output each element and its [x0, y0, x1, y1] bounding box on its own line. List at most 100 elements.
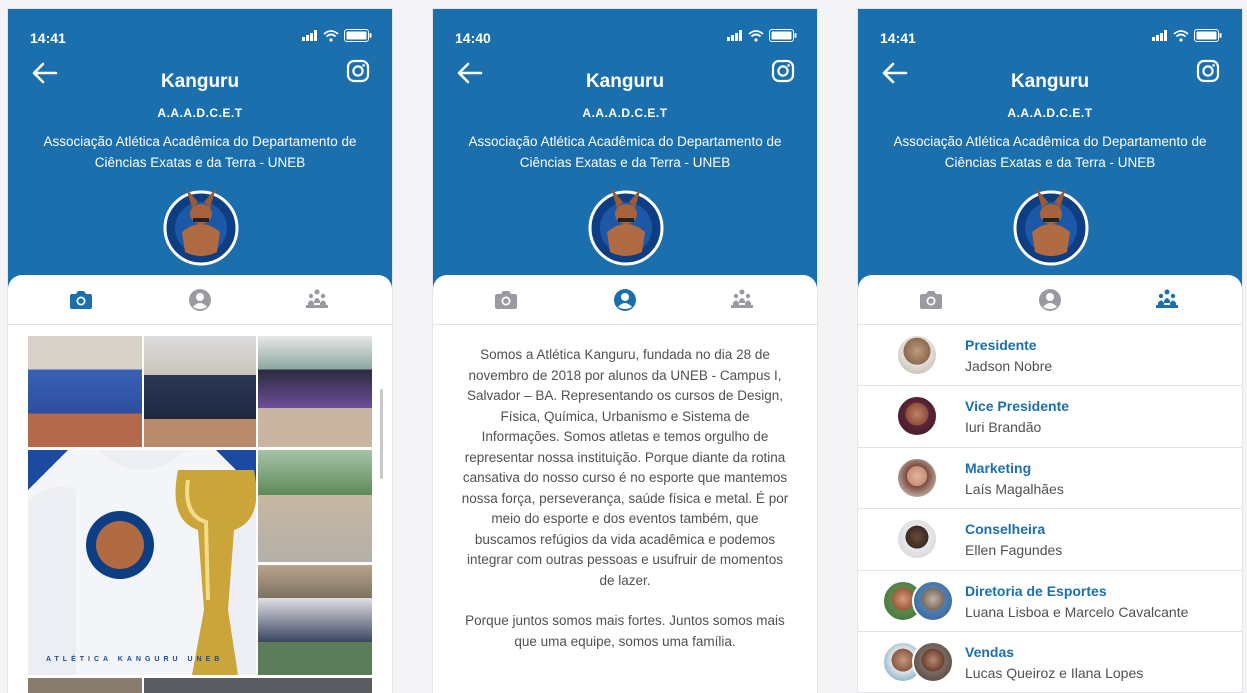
avatar	[896, 518, 938, 561]
member-avatars	[882, 334, 958, 376]
gallery-photo[interactable]	[28, 678, 142, 693]
page-title: Kanguru	[160, 71, 240, 92]
avatar	[896, 334, 938, 376]
screen-members: 14:41 Kanguru A.A.A.D.C.E.T Associação A…	[858, 9, 1242, 693]
page-title: Kanguru	[585, 71, 665, 92]
status-icons	[302, 29, 372, 42]
camera-icon	[920, 291, 942, 309]
screen-gallery: 14:41 Kanguru A.A.A.D.C.E.T Associação A…	[8, 9, 392, 693]
shirt-trophy-illustration	[28, 450, 256, 675]
page-subtitle: A.A.A.D.C.E.T	[582, 106, 668, 120]
gallery-photo[interactable]	[258, 336, 372, 447]
gallery-photo[interactable]	[258, 450, 372, 562]
about-text: Somos a Atlética Kanguru, fundada no dia…	[461, 345, 789, 652]
team-icon	[1156, 289, 1178, 308]
tab-members[interactable]	[729, 287, 755, 313]
member-name: Luana Lisboa e Marcelo Cavalcante	[965, 603, 1189, 620]
avatar	[896, 395, 938, 438]
shirt-print-text: ATLÉTICA KANGURU UNEB	[46, 656, 224, 663]
battery-icon	[1194, 29, 1222, 42]
member-avatars	[882, 395, 958, 438]
association-description: Associação Atlética Acadêmica do Departa…	[893, 134, 1207, 170]
gallery-photo[interactable]	[144, 336, 256, 447]
member-role: Conselheira	[965, 521, 1046, 538]
battery-icon	[769, 29, 797, 42]
association-description: Associação Atlética Acadêmica do Departa…	[43, 134, 357, 170]
tab-about[interactable]	[1037, 287, 1063, 313]
avatar	[912, 579, 954, 622]
status-icons	[727, 29, 797, 42]
member-row[interactable]: Vice Presidente Iuri Brandão	[858, 386, 1242, 448]
member-role: Diretoria de Esportes	[965, 582, 1107, 599]
member-avatars	[882, 518, 958, 561]
member-row[interactable]: Presidente Jadson Nobre	[858, 325, 1242, 387]
kanguru-logo	[1013, 188, 1089, 266]
member-row[interactable]: Diretoria de Esportes Luana Lisboa e Mar…	[858, 571, 1242, 632]
kanguru-logo	[163, 188, 239, 266]
tab-about[interactable]	[612, 287, 638, 313]
gallery-photo-trophy[interactable]: ATLÉTICA KANGURU UNEB	[28, 450, 256, 675]
camera-icon	[495, 291, 517, 309]
status-time: 14:40	[455, 30, 491, 46]
tab-gallery[interactable]	[918, 287, 944, 313]
member-row[interactable]: Vendas Lucas Queiroz e Ilana Lopes	[858, 632, 1242, 693]
gallery-photo[interactable]	[258, 565, 372, 675]
tab-about[interactable]	[187, 287, 213, 313]
about-paragraph: Somos a Atlética Kanguru, fundada no dia…	[461, 347, 789, 588]
tab-members[interactable]	[304, 287, 330, 313]
gallery-photo[interactable]	[144, 678, 372, 693]
member-name: Laís Magalhães	[965, 480, 1064, 497]
avatar	[896, 456, 938, 499]
screen-about: 14:40 Kanguru A.A.A.D.C.E.T Associação A…	[433, 9, 817, 693]
tab-members[interactable]	[1154, 287, 1180, 313]
status-time: 14:41	[30, 30, 66, 46]
page-title: Kanguru	[1010, 71, 1090, 92]
signal-icon	[1152, 30, 1167, 41]
gallery-scrollbar[interactable]	[380, 389, 383, 479]
profile-tabs	[433, 275, 817, 325]
member-role: Vice Presidente	[965, 398, 1070, 415]
photo-gallery: ATLÉTICA KANGURU UNEB	[28, 336, 372, 693]
member-row[interactable]: Conselheira Ellen Fagundes	[858, 509, 1242, 571]
wifi-icon	[323, 29, 339, 42]
battery-icon	[344, 29, 372, 42]
wifi-icon	[748, 29, 764, 42]
about-paragraph: Porque juntos somos mais fortes. Juntos …	[465, 613, 785, 649]
member-name: Lucas Queiroz e Ilana Lopes	[965, 664, 1144, 681]
status-icons	[1152, 29, 1222, 42]
member-name: Jadson Nobre	[965, 358, 1053, 374]
team-icon	[731, 289, 753, 308]
avatar	[912, 640, 954, 683]
signal-icon	[727, 30, 742, 41]
profile-tabs	[8, 275, 392, 325]
gallery-photo[interactable]	[28, 336, 142, 447]
kanguru-logo	[588, 188, 664, 266]
member-avatars	[882, 640, 958, 683]
member-row[interactable]: Marketing Laís Magalhães	[858, 448, 1242, 510]
signal-icon	[302, 30, 317, 41]
team-icon	[306, 289, 328, 308]
status-time: 14:41	[880, 30, 916, 46]
profile-header: 14:41 Kanguru A.A.A.D.C.E.T Associação A…	[8, 9, 392, 309]
member-name: Ellen Fagundes	[965, 542, 1063, 559]
member-name: Iuri Brandão	[965, 419, 1042, 436]
member-role: Marketing	[965, 459, 1032, 476]
profile-icon	[1039, 289, 1061, 311]
tab-gallery[interactable]	[68, 287, 94, 313]
member-avatars	[882, 579, 958, 622]
profile-tabs	[858, 275, 1242, 325]
profile-icon	[189, 289, 211, 311]
camera-icon	[70, 291, 92, 309]
profile-icon	[614, 289, 636, 311]
member-avatars	[882, 456, 958, 499]
page-subtitle: A.A.A.D.C.E.T	[157, 106, 243, 120]
wifi-icon	[1173, 29, 1189, 42]
member-role: Presidente	[965, 337, 1037, 353]
profile-header: 14:41 Kanguru A.A.A.D.C.E.T Associação A…	[858, 9, 1242, 309]
tab-gallery[interactable]	[493, 287, 519, 313]
member-list: Presidente Jadson Nobre Vice Presidente …	[858, 325, 1242, 693]
profile-header: 14:40 Kanguru A.A.A.D.C.E.T Associação A…	[433, 9, 817, 309]
association-description: Associação Atlética Acadêmica do Departa…	[468, 134, 782, 170]
page-subtitle: A.A.A.D.C.E.T	[1007, 106, 1093, 120]
member-role: Vendas	[965, 643, 1015, 660]
